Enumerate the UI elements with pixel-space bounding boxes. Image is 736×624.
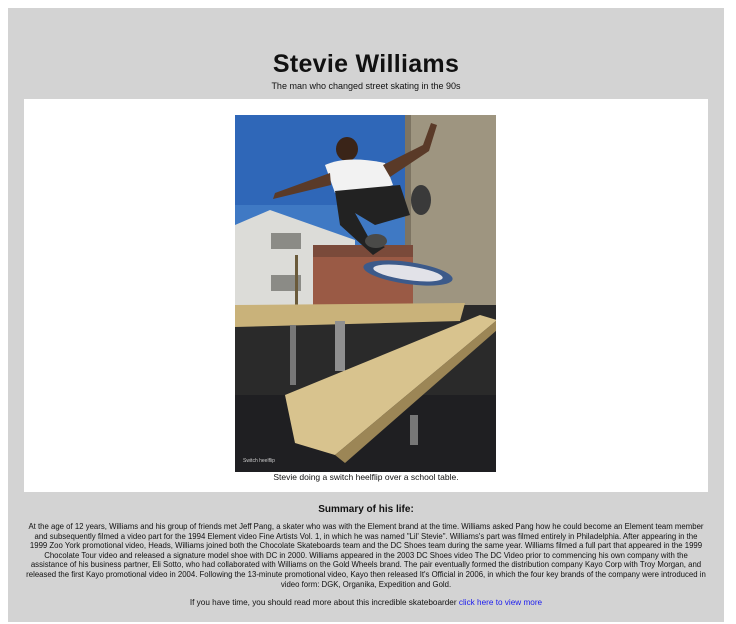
summary-text: At the age of 12 years, Williams and his… (26, 522, 706, 589)
image-panel: Switch heelflip Stevie doing a switch he… (24, 99, 708, 492)
page-subtitle: The man who changed street skating in th… (271, 81, 461, 91)
read-more-line: If you have time, you should read more a… (8, 598, 724, 607)
skater-photo: Switch heelflip (235, 115, 496, 472)
read-more-link[interactable]: click here to view more (459, 598, 542, 607)
photo-corner-text: Switch heelflip (243, 458, 275, 464)
page-title: Stevie Williams (272, 50, 460, 78)
read-more-text: If you have time, you should read more a… (189, 598, 459, 607)
image-caption: Stevie doing a switch heelflip over a sc… (273, 472, 459, 482)
main-container: Stevie Williams The man who changed stre… (8, 8, 724, 622)
summary-heading: Summary of his life: (318, 504, 414, 515)
